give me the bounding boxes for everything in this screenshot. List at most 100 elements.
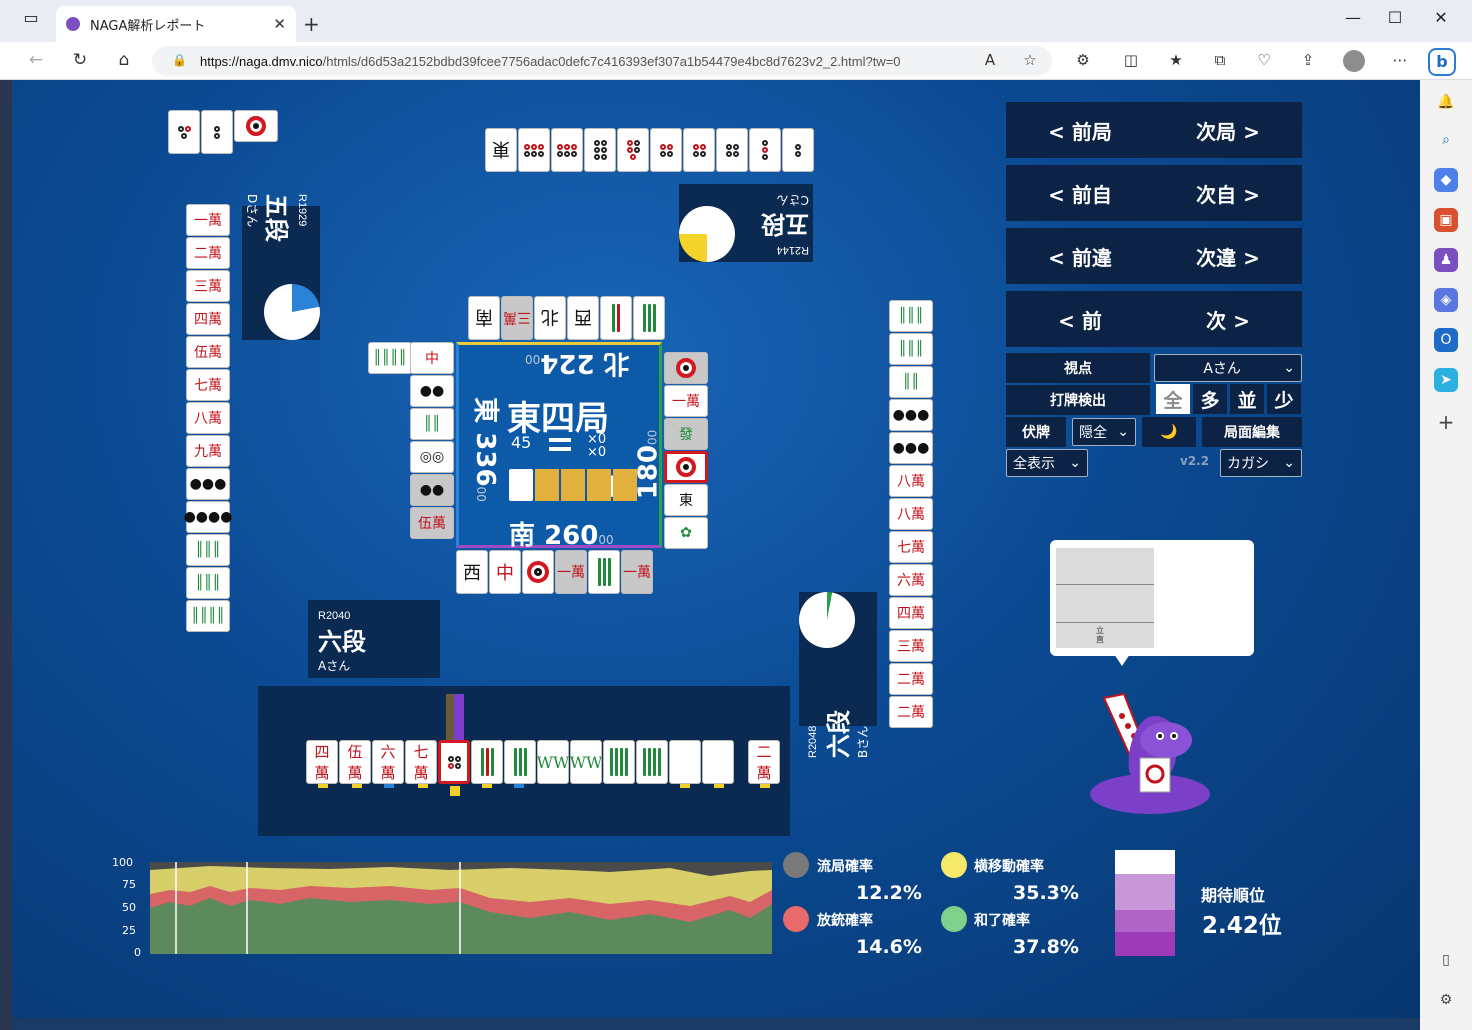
north-seat-score: 北 22400 — [525, 348, 630, 378]
pin-tile — [749, 128, 781, 172]
close-tab-icon[interactable]: ✕ — [273, 15, 286, 33]
east-seat-score: 東 33600 — [469, 397, 500, 502]
discard-tile: 伍萬 — [410, 507, 454, 539]
top-player-pie — [679, 206, 735, 262]
bing-copilot-icon[interactable]: b — [1428, 48, 1456, 76]
next-self-button[interactable]: 次自 > — [1196, 179, 1260, 208]
desktop-behind-window — [0, 80, 12, 1030]
self-nav: < 前自 次自 > — [1006, 165, 1302, 221]
back-icon[interactable]: ← — [24, 50, 48, 70]
man-tile: 二萬 — [889, 696, 933, 728]
display-select[interactable]: 全表示 ⌄ — [1006, 449, 1088, 477]
hidden-select[interactable]: 隠全 ⌄ — [1072, 418, 1136, 446]
hand-tile[interactable] — [471, 740, 503, 784]
self-player-name: Aさん — [318, 659, 351, 673]
drawn-tile[interactable]: 二萬 — [748, 740, 780, 784]
hand-tile[interactable]: 伍萬 — [339, 740, 371, 784]
detect-normal-option[interactable]: 並 — [1230, 384, 1264, 414]
yoko-label: 横移動確率 — [974, 859, 1044, 875]
next-diff-button[interactable]: 次違 > — [1196, 242, 1260, 271]
extensions-icon[interactable]: ⚙ — [1071, 51, 1095, 69]
hand-tile[interactable] — [636, 740, 668, 784]
dark-mode-toggle[interactable]: 🌙 — [1142, 417, 1196, 447]
diff-nav: < 前違 次違 > — [1006, 228, 1302, 284]
probability-area-chart — [150, 862, 772, 954]
prev-diff-button[interactable]: < 前違 — [1048, 242, 1112, 271]
office-icon[interactable]: ◈ — [1434, 288, 1458, 312]
games-icon[interactable]: ♟ — [1434, 248, 1458, 272]
collections-icon[interactable]: ⧉ — [1208, 51, 1232, 69]
man-tile: 八萬 — [889, 465, 933, 497]
hand-tile[interactable]: 七萬 — [405, 740, 437, 784]
left-player-panel: R1929 五段 Dさん — [242, 194, 320, 340]
close-window-icon[interactable]: ✕ — [1428, 8, 1454, 27]
url-field[interactable]: 🔒 https://naga.dmv.nico /htmls/d6d53a215… — [152, 46, 1052, 76]
model-select[interactable]: カガシ ⌄ — [1220, 449, 1302, 477]
browser-essentials-icon[interactable]: ♡ — [1252, 51, 1276, 69]
new-tab-icon[interactable]: + — [303, 12, 320, 36]
hand-tile-white-dragon[interactable] — [669, 740, 701, 784]
pin-tile — [650, 128, 682, 172]
detect-few-option[interactable]: 少 — [1267, 384, 1301, 414]
add-sidebar-icon[interactable]: + — [1434, 410, 1458, 434]
viewpoint-select[interactable]: Aさん ⌄ — [1154, 354, 1302, 382]
y-tick: 50 — [122, 901, 136, 914]
dora-tile — [509, 469, 533, 501]
minimize-icon[interactable]: — — [1340, 8, 1366, 27]
houju-dot — [783, 906, 809, 932]
outlook-icon[interactable]: O — [1434, 328, 1458, 352]
yoko-dot — [941, 852, 967, 878]
tab-actions-icon[interactable]: ▭ — [18, 8, 44, 27]
read-aloud-icon[interactable]: A — [978, 51, 1002, 69]
hand-tile[interactable]: 四萬 — [306, 740, 338, 784]
hand-tile[interactable]: WW — [537, 740, 569, 784]
detect-many-option[interactable]: 多 — [1193, 384, 1227, 414]
detect-all-option[interactable]: 全 — [1156, 384, 1190, 414]
home-icon[interactable]: ⌂ — [112, 50, 136, 70]
sidebar-panel-icon[interactable]: ▯ — [1434, 948, 1458, 972]
maximize-icon[interactable]: ☐ — [1382, 8, 1408, 27]
favorite-star-icon[interactable]: ☆ — [1018, 51, 1042, 69]
dora-indicators — [509, 469, 639, 501]
man-tile: 二萬 — [889, 663, 933, 695]
edit-board-button[interactable]: 局面編集 — [1202, 417, 1302, 447]
notifications-bell-icon[interactable]: 🔔 — [1434, 90, 1458, 114]
y-tick: 100 — [112, 856, 133, 869]
sidebar-settings-icon[interactable]: ⚙ — [1434, 988, 1458, 1012]
next-round-button[interactable]: 次局 > — [1196, 116, 1260, 145]
more-menu-icon[interactable]: ⋯ — [1388, 51, 1412, 69]
search-icon[interactable]: ⌕ — [1434, 128, 1458, 152]
prev-self-button[interactable]: < 前自 — [1048, 179, 1112, 208]
share-icon[interactable]: ⇪ — [1296, 51, 1320, 69]
tools-briefcase-icon[interactable]: ▣ — [1434, 208, 1458, 232]
hand-tile-selected[interactable] — [438, 740, 470, 784]
split-screen-icon[interactable]: ◫ — [1119, 51, 1143, 69]
eval-bar — [454, 694, 464, 740]
pin-tile — [584, 128, 616, 172]
hand-tile-white-dragon[interactable] — [702, 740, 734, 784]
browser-tab[interactable]: NAGA解析レポート ✕ — [56, 6, 296, 42]
next-button[interactable]: 次 > — [1206, 305, 1250, 334]
favorites-icon[interactable]: ★ — [1164, 51, 1188, 69]
profile-avatar[interactable] — [1343, 50, 1365, 72]
hand-tile[interactable] — [603, 740, 635, 784]
hand-tile[interactable]: 六萬 — [372, 740, 404, 784]
man-tile: 七萬 — [186, 369, 230, 401]
pin-tile — [683, 128, 715, 172]
prev-button[interactable]: < 前 — [1058, 305, 1102, 334]
top-player-name: Cさん — [776, 193, 809, 207]
expected-rank-value: 2.42位 — [1202, 913, 1282, 939]
discard-tile — [633, 296, 665, 340]
round-nav: < 前局 次局 > — [1006, 102, 1302, 158]
hand-tile[interactable]: WW — [570, 740, 602, 784]
shopping-tag-icon[interactable]: ◆ — [1434, 168, 1458, 192]
hand-tile[interactable] — [504, 740, 536, 784]
prev-round-button[interactable]: < 前局 — [1048, 116, 1112, 145]
center-board: 北 22400 東 33600 西 18000 南 26000 東四局 45 ×… — [456, 342, 663, 551]
discard-tile: ║║║║ — [368, 342, 412, 374]
sou-tile: ║║║ — [889, 300, 933, 332]
send-icon[interactable]: ➤ — [1434, 368, 1458, 392]
refresh-icon[interactable]: ↻ — [68, 50, 92, 70]
yoko-value: 35.3% — [1013, 882, 1079, 904]
top-player-panel: R2144 五段 Cさん — [679, 184, 813, 262]
